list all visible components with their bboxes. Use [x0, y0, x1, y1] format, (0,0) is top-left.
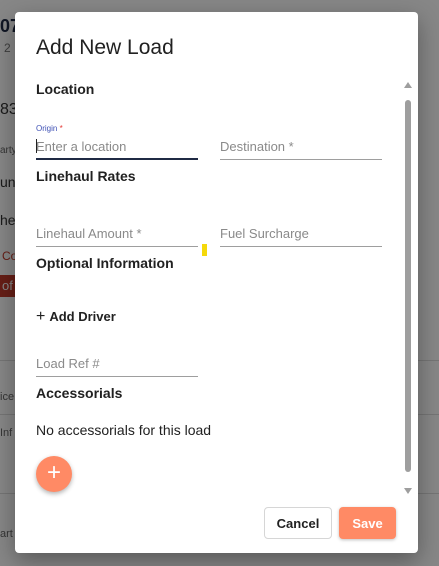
dialog-title: Add New Load [36, 36, 174, 59]
add-new-load-dialog: Add New Load Location Origin * Enter a l… [15, 12, 418, 553]
cancel-button[interactable]: Cancel [264, 507, 332, 539]
highlight-marker [202, 244, 207, 256]
plus-icon: + [46, 459, 61, 486]
dialog-scrollbar[interactable] [401, 82, 415, 494]
load-ref-placeholder: Load Ref # [36, 356, 100, 371]
origin-placeholder: Enter a location [36, 139, 127, 154]
destination-underline [220, 159, 382, 160]
fuel-surcharge-field[interactable]: Fuel Surcharge [220, 211, 382, 247]
dialog-content: Location Origin * Enter a location Desti… [15, 76, 418, 496]
accessorials-empty-message: No accessorials for this load [36, 422, 212, 438]
load-ref-field[interactable]: Load Ref # [36, 341, 198, 377]
linehaul-amount-field[interactable]: Linehaul Amount * [36, 211, 198, 247]
scroll-up-arrow-icon[interactable] [404, 82, 412, 88]
add-driver-label: Add Driver [49, 309, 116, 324]
origin-label: Origin * [36, 124, 63, 133]
destination-placeholder: Destination * [220, 139, 294, 154]
add-driver-button[interactable]: + Add Driver [36, 307, 116, 325]
origin-underline [36, 158, 198, 160]
section-optional-information: Optional Information [36, 255, 174, 271]
linehaul-amount-underline [36, 246, 198, 247]
section-location: Location [36, 81, 95, 97]
destination-field[interactable]: Destination * [220, 124, 382, 160]
section-linehaul-rates: Linehaul Rates [36, 168, 136, 184]
scroll-down-arrow-icon[interactable] [404, 488, 412, 494]
origin-field[interactable]: Origin * Enter a location [36, 124, 198, 160]
add-accessorial-fab[interactable]: + [36, 456, 72, 492]
save-button[interactable]: Save [339, 507, 396, 539]
section-accessorials: Accessorials [36, 385, 123, 401]
load-ref-underline [36, 376, 198, 377]
fuel-surcharge-underline [220, 246, 382, 247]
scroll-thumb[interactable] [405, 100, 411, 472]
linehaul-amount-placeholder: Linehaul Amount * [36, 226, 142, 241]
plus-icon: + [36, 307, 46, 325]
fuel-surcharge-placeholder: Fuel Surcharge [220, 226, 309, 241]
